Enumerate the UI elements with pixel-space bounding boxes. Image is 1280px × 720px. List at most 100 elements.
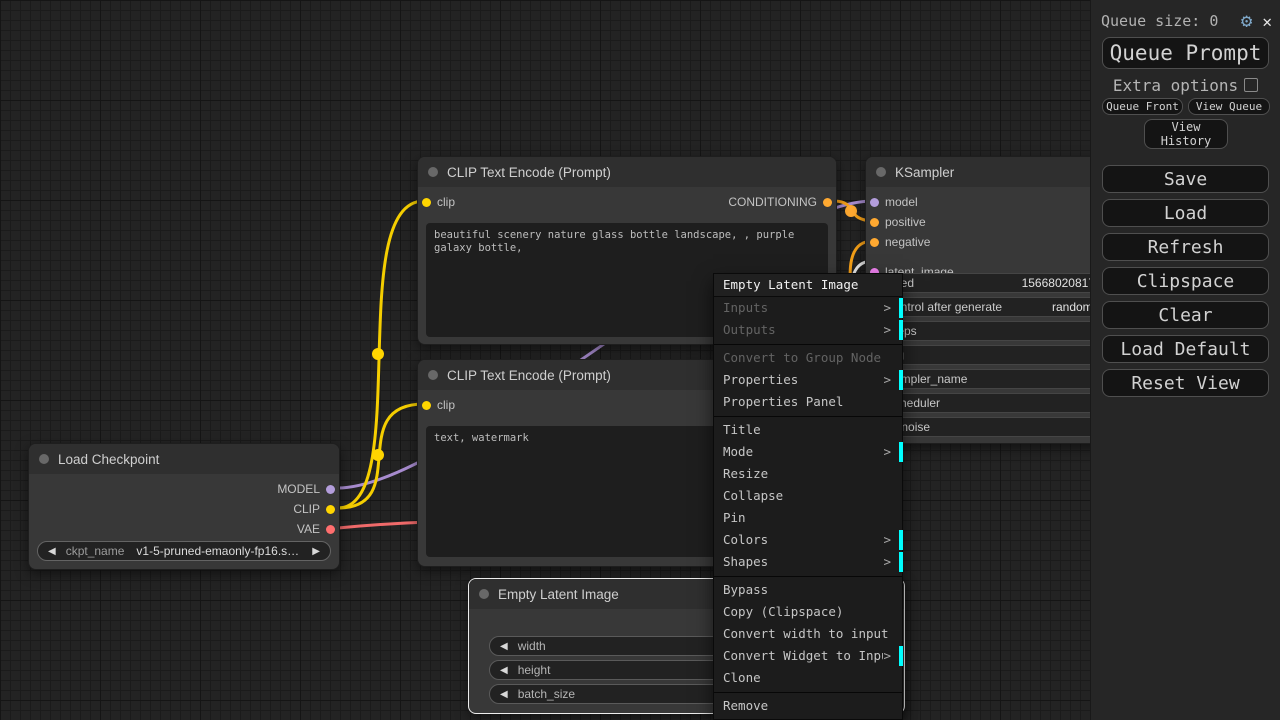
- menu-separator: [714, 416, 902, 417]
- menu-item-bypass[interactable]: Bypass: [714, 579, 902, 601]
- save-button[interactable]: Save: [1102, 165, 1269, 193]
- slot-row: clip CONDITIONING: [418, 192, 836, 212]
- output-slot-vae: VAE: [29, 519, 339, 539]
- menu-item-label: Inputs: [723, 297, 883, 319]
- submenu-accent-bar: [899, 552, 903, 572]
- comfy-menu-panel: Queue size: 0 ⚙ ✕ Queue Prompt Extra opt…: [1090, 0, 1280, 720]
- extra-options-checkbox[interactable]: [1244, 78, 1258, 92]
- close-icon[interactable]: ✕: [1262, 12, 1272, 31]
- submenu-accent-bar: [899, 530, 903, 550]
- menu-separator: [714, 576, 902, 577]
- input-port-clip[interactable]: [422, 198, 431, 207]
- menu-item-label: Remove: [723, 695, 893, 717]
- output-port-clip[interactable]: [326, 505, 335, 514]
- menu-item-label: Bypass: [723, 579, 893, 601]
- output-slot-model: MODEL: [29, 479, 339, 499]
- next-arrow-icon[interactable]: ▶: [312, 546, 320, 557]
- prev-arrow-icon[interactable]: ◀: [500, 641, 508, 652]
- menu-item-resize[interactable]: Resize: [714, 463, 902, 485]
- clear-button[interactable]: Clear: [1102, 301, 1269, 329]
- input-port-clip[interactable]: [422, 401, 431, 410]
- menu-item-convert-widget-to-input[interactable]: Convert Widget to Input >: [714, 645, 902, 667]
- submenu-arrow-icon: >: [883, 441, 891, 463]
- submenu-accent-bar: [899, 298, 903, 318]
- queue-front-button[interactable]: Queue Front: [1102, 98, 1183, 115]
- reset-view-button[interactable]: Reset View: [1102, 369, 1269, 397]
- input-port-model[interactable]: [870, 198, 879, 207]
- menu-item-label: Colors: [723, 529, 883, 551]
- extra-options-row: Extra options: [1091, 76, 1280, 94]
- clipspace-button[interactable]: Clipspace: [1102, 267, 1269, 295]
- menu-item-collapse[interactable]: Collapse: [714, 485, 902, 507]
- extra-options-label: Extra options: [1113, 76, 1238, 95]
- widget-label: width: [518, 639, 546, 653]
- menu-item-inputs: Inputs >: [714, 297, 902, 319]
- menu-item-mode[interactable]: Mode >: [714, 441, 902, 463]
- menu-item-colors[interactable]: Colors >: [714, 529, 902, 551]
- slot-label: MODEL: [277, 482, 320, 496]
- ckpt-name-widget[interactable]: ◀ ckpt_name v1-5-pruned-emaonly-fp16.s… …: [37, 541, 331, 561]
- view-history-button[interactable]: View History: [1144, 119, 1228, 149]
- view-queue-button[interactable]: View Queue: [1188, 98, 1270, 115]
- menu-item-properties-panel[interactable]: Properties Panel: [714, 391, 902, 413]
- output-port-conditioning[interactable]: [823, 198, 832, 207]
- input-port-positive[interactable]: [870, 218, 879, 227]
- output-port-model[interactable]: [326, 485, 335, 494]
- menu-item-label: Properties: [723, 369, 883, 391]
- widget-label: batch_size: [518, 687, 575, 701]
- menu-item-label: Convert width to input: [723, 623, 893, 645]
- submenu-accent-bar: [899, 320, 903, 340]
- menu-item-shapes[interactable]: Shapes >: [714, 551, 902, 573]
- menu-item-title[interactable]: Title: [714, 419, 902, 441]
- menu-item-pin[interactable]: Pin: [714, 507, 902, 529]
- widget-label: control after generate: [888, 300, 1002, 314]
- node-title: CLIP Text Encode (Prompt): [447, 368, 611, 383]
- menu-item-label: Clone: [723, 667, 893, 689]
- slot-label: positive: [885, 215, 926, 229]
- menu-item-copy-clipspace[interactable]: Copy (Clipspace): [714, 601, 902, 623]
- collapse-dot[interactable]: [876, 167, 886, 177]
- widget-value: v1-5-pruned-emaonly-fp16.s…: [136, 544, 299, 558]
- load-button[interactable]: Load: [1102, 199, 1269, 227]
- node-load-checkpoint[interactable]: Load Checkpoint MODEL CLIP VAE ◀ ckpt_na…: [28, 443, 340, 570]
- submenu-accent-bar: [899, 442, 903, 462]
- collapse-dot[interactable]: [428, 370, 438, 380]
- slot-label: VAE: [297, 522, 320, 536]
- queue-prompt-button[interactable]: Queue Prompt: [1102, 37, 1269, 69]
- submenu-arrow-icon: >: [883, 529, 891, 551]
- submenu-arrow-icon: >: [883, 297, 891, 319]
- slot-label: CLIP: [293, 502, 320, 516]
- node-title: CLIP Text Encode (Prompt): [447, 165, 611, 180]
- prev-arrow-icon[interactable]: ◀: [48, 546, 56, 557]
- node-titlebar[interactable]: Load Checkpoint: [29, 444, 339, 474]
- node-titlebar[interactable]: CLIP Text Encode (Prompt): [418, 157, 836, 187]
- submenu-arrow-icon: >: [883, 551, 891, 573]
- settings-gear-icon[interactable]: ⚙: [1241, 10, 1252, 32]
- menu-item-label: Mode: [723, 441, 883, 463]
- menu-item-convert-width-to-input[interactable]: Convert width to input: [714, 623, 902, 645]
- output-port-vae[interactable]: [326, 525, 335, 534]
- menu-item-label: Shapes: [723, 551, 883, 573]
- node-title: Empty Latent Image: [498, 587, 619, 602]
- slot-label: clip: [437, 398, 455, 412]
- slot-label: negative: [885, 235, 930, 249]
- widget-label: ckpt_name: [66, 544, 125, 558]
- menu-item-label: Convert Widget to Input: [723, 645, 883, 667]
- input-port-negative[interactable]: [870, 238, 879, 247]
- collapse-dot[interactable]: [39, 454, 49, 464]
- menu-separator: [714, 692, 902, 693]
- load-default-button[interactable]: Load Default: [1102, 335, 1269, 363]
- menu-item-label: Title: [723, 419, 893, 441]
- menu-item-properties[interactable]: Properties >: [714, 369, 902, 391]
- collapse-dot[interactable]: [428, 167, 438, 177]
- output-slot-clip: CLIP: [29, 499, 339, 519]
- menu-item-remove[interactable]: Remove: [714, 695, 902, 717]
- context-menu: Empty Latent Image Inputs > Outputs > Co…: [713, 273, 903, 720]
- collapse-dot[interactable]: [479, 589, 489, 599]
- menu-item-clone[interactable]: Clone: [714, 667, 902, 689]
- prev-arrow-icon[interactable]: ◀: [500, 689, 508, 700]
- widget-value: 15668020817: [1022, 276, 1095, 290]
- node-title: Load Checkpoint: [58, 452, 159, 467]
- prev-arrow-icon[interactable]: ◀: [500, 665, 508, 676]
- refresh-button[interactable]: Refresh: [1102, 233, 1269, 261]
